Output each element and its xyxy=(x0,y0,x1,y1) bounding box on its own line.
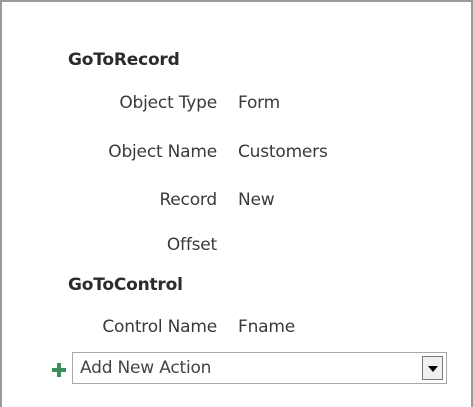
action-title-gotorecord[interactable]: GoToRecord xyxy=(68,50,180,70)
argument-label: Control Name xyxy=(102,317,217,337)
argument-value[interactable]: New xyxy=(238,190,275,210)
chevron-down-icon[interactable] xyxy=(422,356,443,380)
argument-row-object-type[interactable]: Object Type Form xyxy=(2,93,472,117)
argument-label: Object Type xyxy=(119,93,217,113)
argument-row-object-name[interactable]: Object Name Customers xyxy=(2,142,472,166)
add-new-action-text[interactable]: Add New Action xyxy=(80,358,211,378)
argument-row-control-name[interactable]: Control Name Fname xyxy=(2,317,472,341)
macro-designer-panel: GoToRecord Object Type Form Object Name … xyxy=(0,0,473,407)
argument-row-record[interactable]: Record New xyxy=(2,190,472,214)
argument-value[interactable]: Fname xyxy=(238,317,295,337)
argument-label: Offset xyxy=(166,235,217,255)
argument-label: Object Name xyxy=(108,142,217,162)
plus-icon[interactable] xyxy=(52,362,66,377)
argument-value[interactable]: Form xyxy=(238,93,280,113)
argument-row-offset[interactable]: Offset xyxy=(2,235,472,259)
add-new-action-combobox[interactable]: Add New Action xyxy=(72,352,447,384)
argument-label: Record xyxy=(159,190,217,210)
argument-value[interactable]: Customers xyxy=(238,142,328,162)
action-title-gotocontrol[interactable]: GoToControl xyxy=(68,275,183,295)
